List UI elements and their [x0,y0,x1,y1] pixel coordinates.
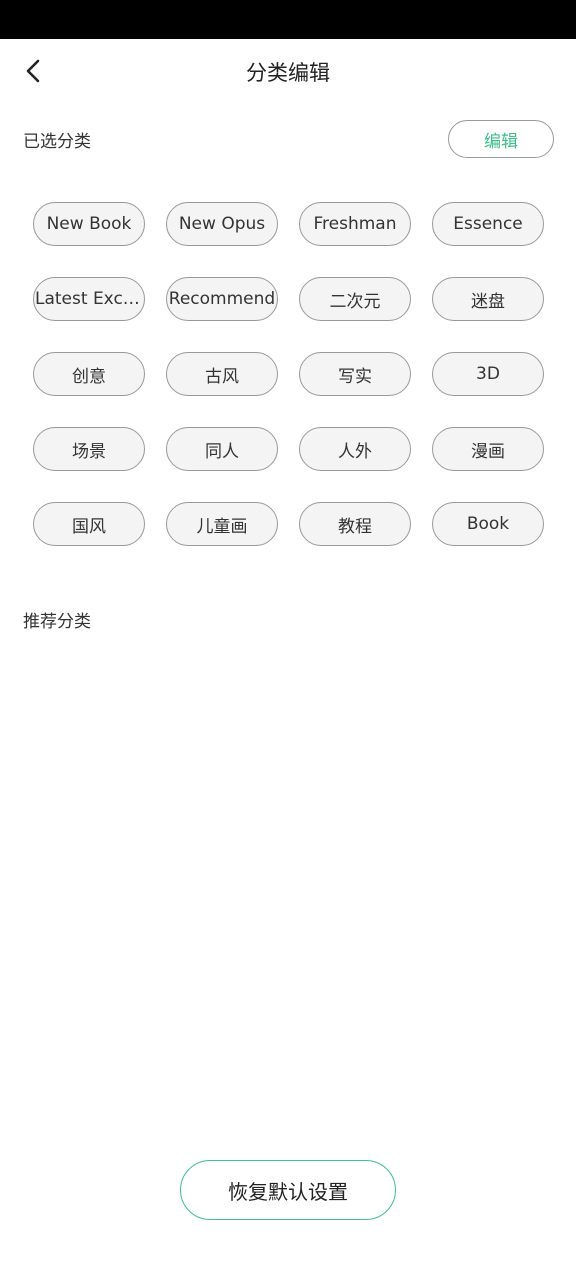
tag-label: 二次元 [329,291,381,312]
tag-chip[interactable]: Essence [432,202,544,246]
tag-chip[interactable]: Latest Excel.. [33,277,145,321]
tag-label: New Book [46,214,132,234]
tag-chip[interactable]: Book [432,502,544,546]
selected-section-title: 已选分类 [23,132,91,152]
tag-label: Book [466,514,510,534]
tag-chip[interactable]: New Opus [166,202,278,246]
tag-label: Latest Excel.. [35,289,143,309]
tag-label: New Opus [178,214,266,234]
tag-chip[interactable]: 古风 [166,352,278,396]
tag-label: 3D [476,364,500,384]
tag-chip[interactable]: 人外 [299,427,411,471]
tag-chip[interactable]: 二次元 [299,277,411,321]
tag-chip[interactable]: Freshman [299,202,411,246]
tag-chip[interactable]: 3D [432,352,544,396]
tag-label: Essence [453,214,523,234]
tag-chip[interactable]: 国风 [33,502,145,546]
tag-label: 场景 [72,441,106,462]
tag-chip[interactable]: 写实 [299,352,411,396]
header: 分类编辑 [0,39,576,107]
tag-chip[interactable]: 迷盘 [432,277,544,321]
tag-label: 儿童画 [196,516,248,537]
tag-label: Freshman [313,214,397,234]
tag-label: 漫画 [471,441,505,462]
tag-chip[interactable]: Recommend [166,277,278,321]
tag-label: Recommend [168,289,276,309]
tag-label: 国风 [72,516,106,537]
tag-chip[interactable]: 教程 [299,502,411,546]
tag-chip[interactable]: 同人 [166,427,278,471]
recommended-section-title: 推荐分类 [23,612,91,632]
tag-label: 创意 [72,366,106,387]
tag-chip[interactable]: 漫画 [432,427,544,471]
tag-label: 写实 [338,366,372,387]
tag-label: 古风 [205,366,239,387]
tag-chip[interactable]: 儿童画 [166,502,278,546]
tag-chip[interactable]: 场景 [33,427,145,471]
tag-label: 人外 [338,441,372,462]
selected-tag-grid: New Book New Opus Freshman Essence Lates… [33,202,544,546]
tag-label: 教程 [338,516,372,537]
status-bar [0,0,576,39]
tag-chip[interactable]: New Book [33,202,145,246]
page-title: 分类编辑 [246,61,330,85]
edit-button[interactable]: 编辑 [448,120,554,158]
tag-label: 同人 [205,441,239,462]
tag-label: 迷盘 [471,291,505,312]
restore-defaults-button[interactable]: 恢复默认设置 [180,1160,396,1220]
tag-chip[interactable]: 创意 [33,352,145,396]
